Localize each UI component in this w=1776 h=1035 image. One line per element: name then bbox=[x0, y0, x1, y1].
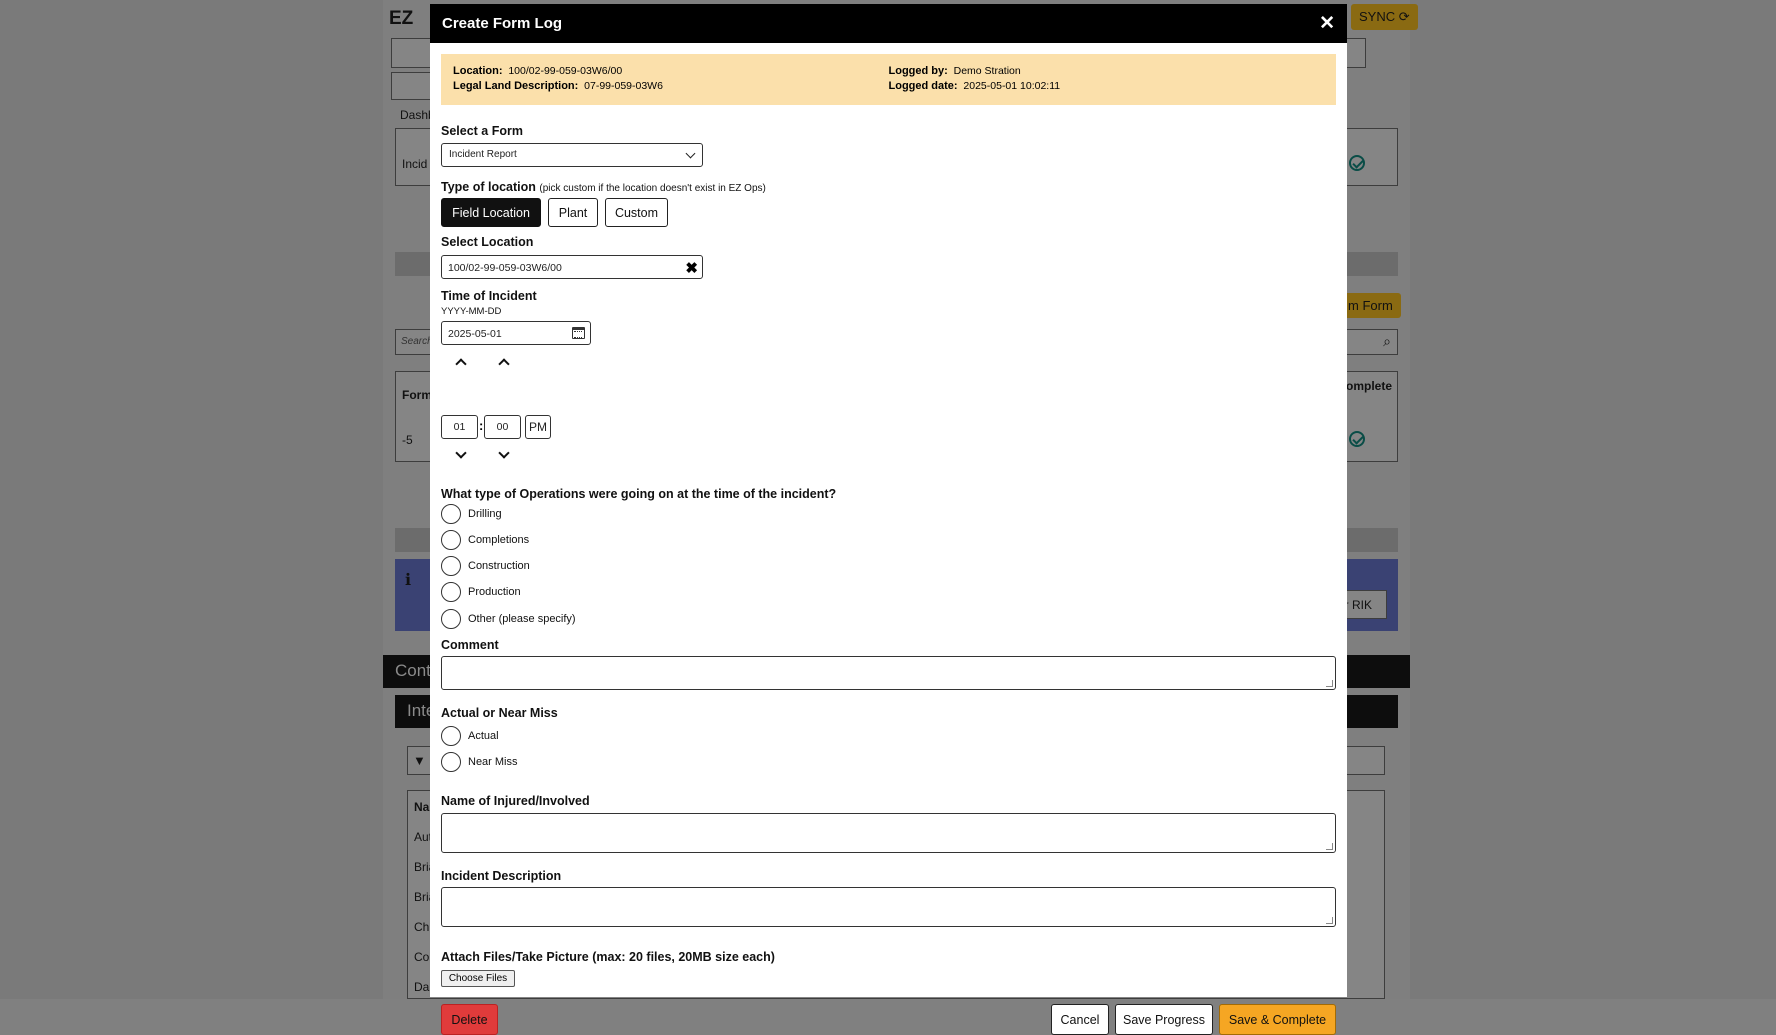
app-logo: EZ bbox=[389, 8, 414, 29]
radio-label: Construction bbox=[468, 560, 530, 572]
logged-date-value: 2025-05-01 10:02:11 bbox=[963, 80, 1061, 92]
close-icon[interactable]: ✕ bbox=[1319, 14, 1335, 33]
location-value: 100/02-99-059-03W6/00 bbox=[508, 65, 623, 77]
incident-date-value: 2025-05-01 bbox=[448, 328, 502, 340]
radio-construction[interactable]: Construction bbox=[441, 556, 530, 576]
location-type-title: Type of location bbox=[441, 180, 536, 194]
location-info-box: Location: 100/02-99-059-03W6/00 Legal La… bbox=[441, 54, 1336, 105]
form-select-value: Incident Report bbox=[449, 149, 517, 160]
radio-near-miss[interactable]: Near Miss bbox=[441, 752, 518, 772]
radio-button[interactable] bbox=[441, 530, 461, 550]
cancel-button[interactable]: Cancel bbox=[1051, 1004, 1109, 1035]
location-input-value: 100/02-99-059-03W6/00 bbox=[448, 262, 562, 274]
form-column-header: Form bbox=[402, 388, 432, 402]
location-type-hint: (pick custom if the location doesn't exi… bbox=[539, 183, 766, 194]
location-type-label: Type of location (pick custom if the loc… bbox=[441, 180, 766, 194]
radio-label: Drilling bbox=[468, 508, 502, 520]
comment-label: Comment bbox=[441, 638, 499, 652]
field-location-toggle[interactable]: Field Location bbox=[441, 198, 541, 227]
radio-button[interactable] bbox=[441, 609, 461, 629]
calendar-icon[interactable] bbox=[572, 327, 585, 339]
logged-by-label: Logged by: bbox=[888, 65, 948, 77]
radio-button[interactable] bbox=[441, 752, 461, 772]
time-separator: : bbox=[479, 418, 484, 433]
incident-date-input[interactable]: 2025-05-01 bbox=[441, 321, 591, 345]
chevron-down-icon bbox=[685, 148, 696, 159]
radio-label: Other (please specify) bbox=[468, 613, 576, 625]
radio-button[interactable] bbox=[441, 556, 461, 576]
radio-button[interactable] bbox=[441, 726, 461, 746]
modal-header: Create Form Log ✕ bbox=[430, 4, 1347, 43]
custom-toggle[interactable]: Custom bbox=[605, 198, 668, 227]
radio-label: Actual bbox=[468, 730, 499, 742]
time-of-incident-label: Time of Incident bbox=[441, 289, 537, 303]
legal-land-label: Legal Land Description: bbox=[453, 80, 579, 92]
radio-actual[interactable]: Actual bbox=[441, 726, 499, 746]
hour-up-icon[interactable] bbox=[455, 358, 467, 370]
logged-by-value: Demo Stration bbox=[953, 65, 1021, 77]
location-info-right: Logged by: Demo Stration Logged date: 20… bbox=[889, 65, 1325, 105]
modal-title: Create Form Log bbox=[442, 15, 563, 32]
choose-files-button[interactable]: Choose Files bbox=[441, 970, 515, 987]
minute-down-icon[interactable] bbox=[498, 447, 510, 459]
radio-label: Completions bbox=[468, 534, 530, 546]
save-progress-button[interactable]: Save Progress bbox=[1115, 1004, 1213, 1035]
check-icon bbox=[1349, 431, 1365, 447]
modal-body: Location: 100/02-99-059-03W6/00 Legal La… bbox=[430, 54, 1347, 1035]
radio-button[interactable] bbox=[441, 582, 461, 602]
logged-date-label: Logged date: bbox=[888, 80, 958, 92]
delete-button[interactable]: Delete bbox=[441, 1004, 498, 1035]
radio-other[interactable]: Other (please specify) bbox=[441, 609, 576, 629]
radio-button[interactable] bbox=[441, 504, 461, 524]
actual-near-miss-label: Actual or Near Miss bbox=[441, 706, 558, 720]
radio-label: Near Miss bbox=[468, 756, 518, 768]
minute-input[interactable]: 00 bbox=[484, 415, 521, 439]
plant-toggle[interactable]: Plant bbox=[548, 198, 598, 227]
injured-textarea[interactable] bbox=[441, 813, 1336, 853]
name-row[interactable]: Co bbox=[414, 950, 429, 964]
form-row-value: -5 bbox=[402, 433, 413, 447]
injured-label: Name of Injured/Involved bbox=[441, 794, 590, 808]
incident-description-textarea[interactable] bbox=[441, 887, 1336, 927]
incident-row-label: Incid bbox=[402, 157, 428, 171]
create-form-log-modal: Create Form Log ✕ Location: 100/02-99-05… bbox=[430, 4, 1347, 1035]
sync-label: SYNC bbox=[1359, 9, 1396, 24]
add-form-button[interactable]: m Form bbox=[1340, 293, 1401, 318]
select-form-label: Select a Form bbox=[441, 124, 523, 138]
location-info-left: Location: 100/02-99-059-03W6/00 Legal La… bbox=[453, 65, 889, 105]
name-row[interactable]: Da bbox=[414, 980, 429, 994]
search-icon[interactable]: ⌕ bbox=[1383, 333, 1391, 350]
sync-button[interactable]: SYNC ⟳ bbox=[1351, 4, 1418, 30]
filter-icon: ▼ bbox=[413, 753, 426, 768]
radio-completions[interactable]: Completions bbox=[441, 530, 529, 550]
operations-question: What type of Operations were going on at… bbox=[441, 487, 837, 501]
form-select[interactable]: Incident Report bbox=[441, 143, 703, 167]
attach-files-label: Attach Files/Take Picture (max: 20 files… bbox=[441, 950, 775, 964]
meridiem-toggle[interactable]: PM bbox=[525, 415, 551, 439]
select-location-label: Select Location bbox=[441, 235, 534, 249]
check-icon bbox=[1349, 155, 1365, 171]
comment-textarea[interactable] bbox=[441, 656, 1336, 690]
location-input[interactable]: 100/02-99-059-03W6/00 ✖ bbox=[441, 255, 703, 279]
location-label: Location: bbox=[453, 65, 503, 77]
save-complete-button[interactable]: Save & Complete bbox=[1219, 1004, 1336, 1035]
legal-land-value: 07-99-059-03W6 bbox=[584, 80, 663, 92]
radio-label: Production bbox=[468, 586, 521, 598]
complete-column-header: omplete bbox=[1346, 379, 1393, 393]
incident-description-label: Incident Description bbox=[441, 869, 562, 883]
hour-down-icon[interactable] bbox=[455, 447, 467, 459]
clear-icon[interactable]: ✖ bbox=[685, 259, 698, 277]
radio-production[interactable]: Production bbox=[441, 582, 521, 602]
info-icon: ℹ bbox=[405, 572, 412, 589]
radio-drilling[interactable]: Drilling bbox=[441, 504, 502, 524]
background-search-placeholder: Search bbox=[401, 336, 433, 347]
hour-input[interactable]: 01 bbox=[441, 415, 478, 439]
minute-up-icon[interactable] bbox=[498, 358, 510, 370]
date-format-hint: YYYY-MM-DD bbox=[441, 306, 502, 317]
